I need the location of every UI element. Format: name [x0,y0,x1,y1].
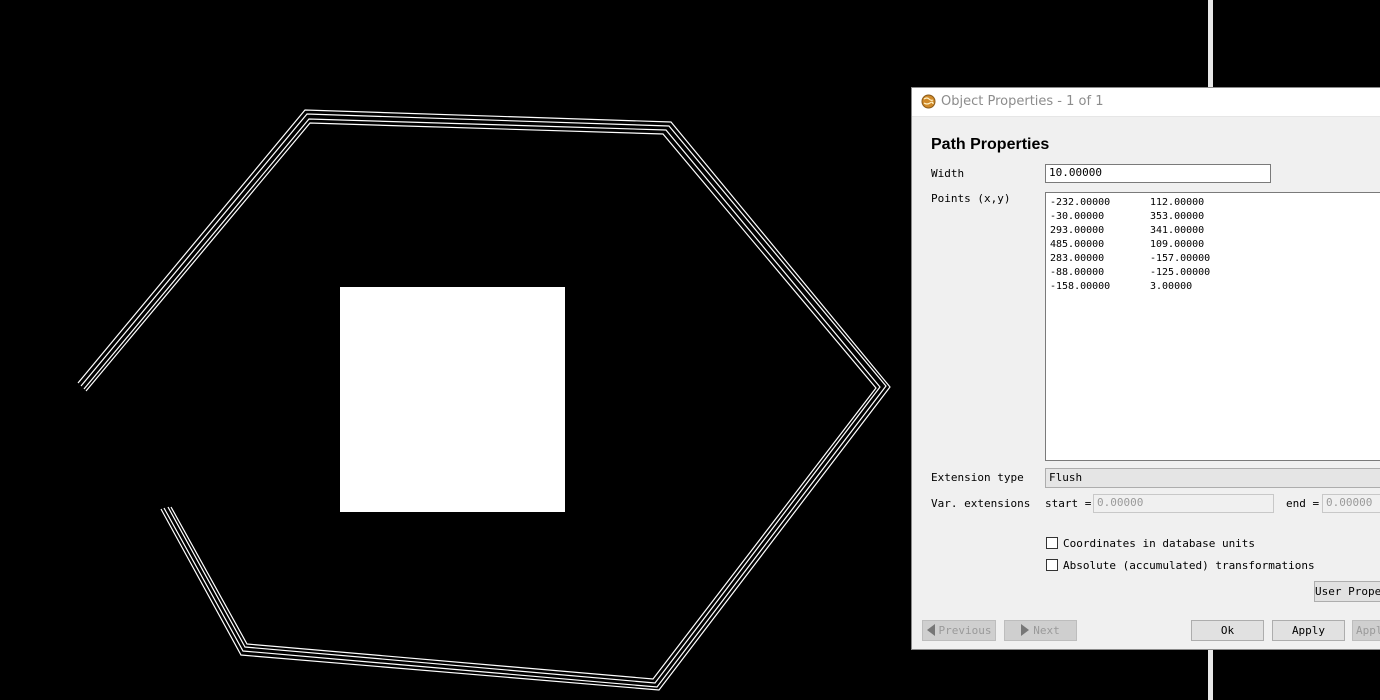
end-extension-input[interactable]: 0.00000 [1322,494,1380,513]
start-extension-input[interactable]: 0.00000 [1093,494,1274,513]
apply-all-button[interactable]: Appl [1352,620,1380,641]
var-extensions-label: Var. extensions [931,497,1031,510]
width-input[interactable]: 10.00000 [1045,164,1271,183]
extension-type-label: Extension type [931,471,1024,484]
width-label: Width [931,167,965,180]
points-textarea[interactable]: -232.00000 112.00000 -30.00000 353.00000 2… [1045,192,1380,461]
right-arrow-icon [1021,624,1030,636]
user-properties-button[interactable]: User Proper [1314,581,1380,602]
ok-button[interactable]: Ok [1191,620,1264,641]
app-globe-icon [921,94,936,109]
left-arrow-icon [926,624,935,636]
db-units-checkbox[interactable] [1046,537,1058,549]
next-button[interactable]: Next [1004,620,1077,641]
box-shape [340,287,565,512]
point-row: -232.00000 112.00000 [1050,197,1205,208]
point-row: -158.00000 3.00000 [1050,281,1193,292]
point-row: -30.00000 353.00000 [1050,211,1205,222]
point-row: 293.00000 341.00000 [1050,225,1205,236]
absolute-transform-label: Absolute (accumulated) transformations [1063,559,1315,572]
window-title: Object Properties - 1 of 1 [941,94,1104,109]
point-row: 485.00000 109.00000 [1050,239,1205,250]
extension-type-select[interactable]: Flush [1045,468,1380,488]
title-bar[interactable]: Object Properties - 1 of 1 [912,88,1380,117]
points-label: Points (x,y) [931,192,1011,205]
point-row: 283.00000 -157.00000 [1050,253,1211,264]
point-row: -88.00000 -125.00000 [1050,267,1211,278]
previous-button[interactable]: Previous [922,620,996,641]
absolute-transform-checkbox[interactable] [1046,559,1058,571]
section-heading: Path Properties [931,136,1050,153]
object-properties-dialog: Object Properties - 1 of 1 Path Properti… [911,87,1380,650]
db-units-label: Coordinates in database units [1063,537,1256,550]
end-label: end = [1286,497,1320,510]
start-label: start = [1045,497,1092,510]
apply-button[interactable]: Apply [1272,620,1345,641]
